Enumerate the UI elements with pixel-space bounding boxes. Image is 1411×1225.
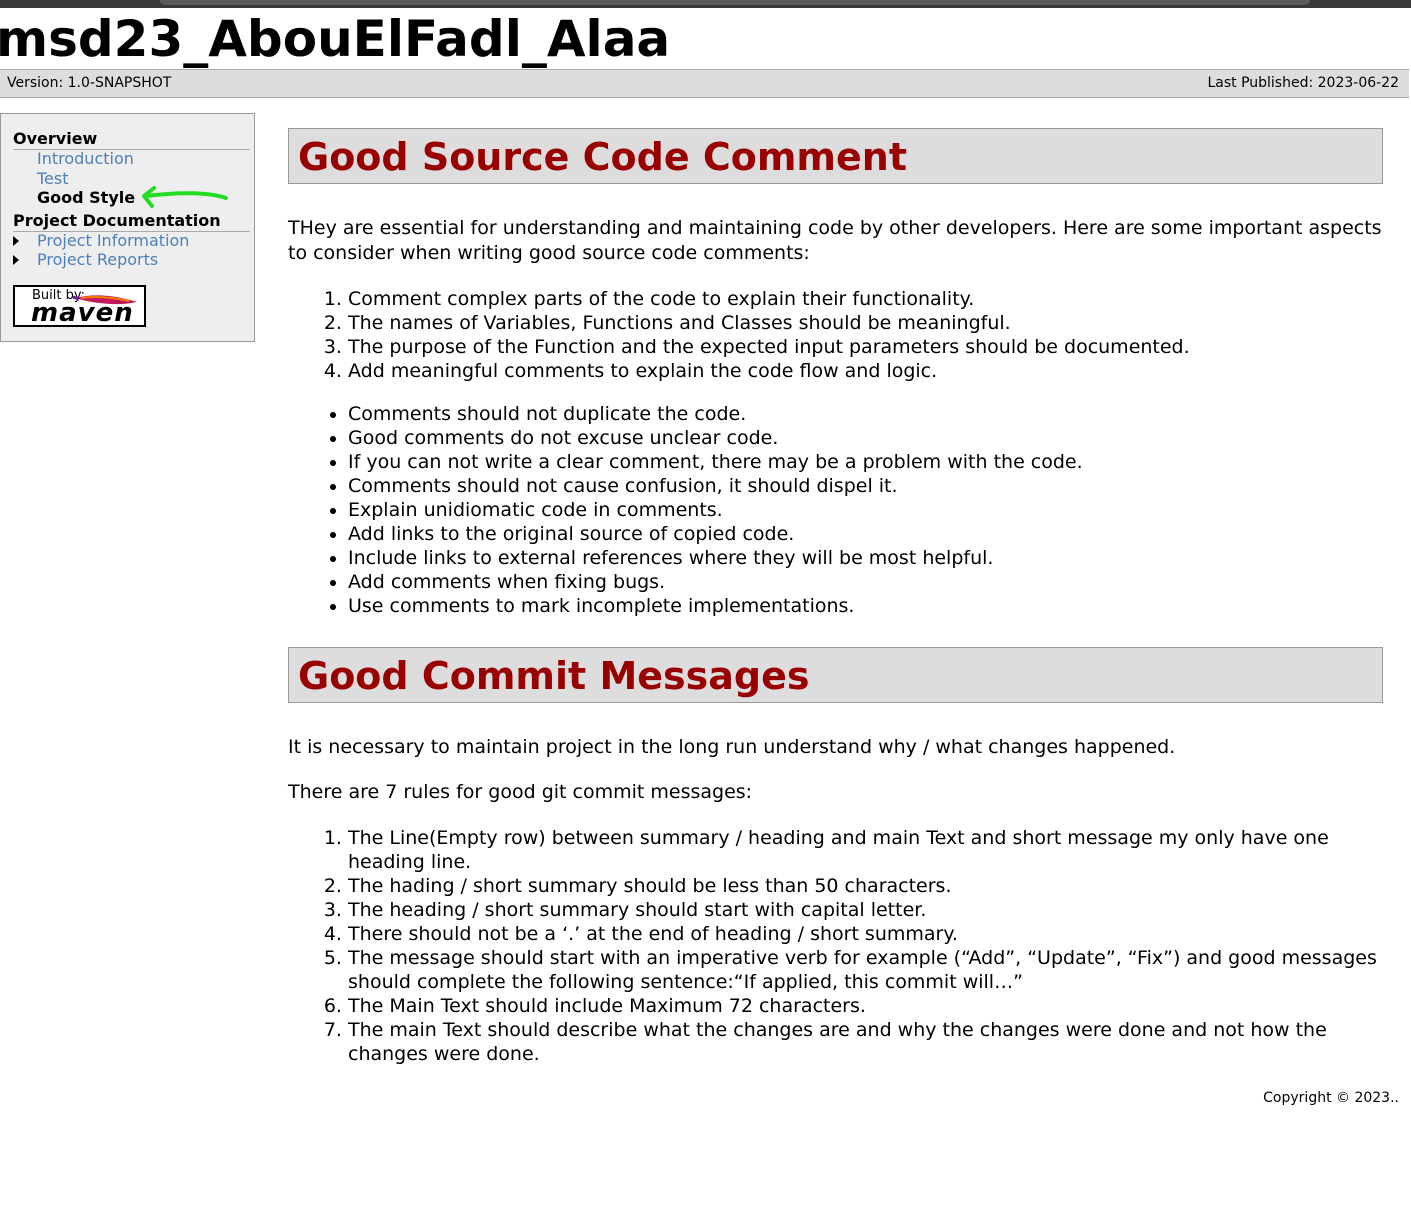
expand-arrow-icon[interactable] [13,255,19,265]
list-item: The heading / short summary should start… [348,898,1383,922]
sidebar-item-test[interactable]: Test [37,169,69,189]
maven-logo: maven [31,298,134,328]
list-item: Add comments when fixing bugs. [348,570,1383,594]
list-item: The hading / short summary should be les… [348,874,1383,898]
list-item: The purpose of the Function and the expe… [348,335,1383,359]
section2-intro: It is necessary to maintain project in t… [288,736,1176,758]
list-item: Comment complex parts of the code to exp… [348,287,1383,311]
list-item: The message should start with an imperat… [348,946,1383,994]
site-banner-title: msd23_AbouElFadl_Alaa [0,10,671,68]
sidebar: Overview Introduction Test Good Style Pr… [0,113,255,342]
section1-bullet-list: Comments should not duplicate the code. … [288,402,1383,618]
commit-rules-list: The Line(Empty row) between summary / he… [288,826,1383,1066]
list-item: The Line(Empty row) between summary / he… [348,826,1383,874]
list-item: There should not be a ‘.’ at the end of … [348,922,1383,946]
section-title-good-commit-messages: Good Commit Messages [288,647,1383,703]
list-item: Use comments to mark incomplete implemen… [348,594,1383,618]
list-item: Add links to the original source of copi… [348,522,1383,546]
list-item: Comments should not cause confusion, it … [348,474,1383,498]
hand-drawn-arrow-icon [142,186,228,208]
sidebar-item-good-style: Good Style [37,188,136,207]
version-label: Version: 1.0-SNAPSHOT [7,75,172,91]
section-title-good-source-code-comment: Good Source Code Comment [288,128,1383,184]
list-item: The main Text should describe what the c… [348,1018,1383,1066]
sidebar-item-project-reports[interactable]: Project Reports [37,250,158,270]
list-item: Good comments do not excuse unclear code… [348,426,1383,450]
list-item: Comments should not duplicate the code. [348,402,1383,426]
last-published-label: Last Published: 2023-06-22 [1207,75,1399,91]
expand-arrow-icon[interactable] [13,236,19,246]
browser-tab-strip [160,0,1310,5]
list-item: If you can not write a clear comment, th… [348,450,1383,474]
menu-heading-project-documentation: Project Documentation [13,211,250,232]
menu-heading-overview: Overview [13,129,250,150]
list-item: Add meaningful comments to explain the c… [348,359,1383,383]
section1-intro: THey are essential for understanding and… [288,217,1382,264]
list-item: Include links to external references whe… [348,546,1383,570]
list-item: The Main Text should include Maximum 72 … [348,994,1383,1018]
breadcrumb: Version: 1.0-SNAPSHOT Last Published: 20… [0,69,1409,98]
section2-rules-intro: There are 7 rules for good git commit me… [288,781,753,803]
section1-ordered-list: Comment complex parts of the code to exp… [288,287,1383,383]
built-by-maven-badge[interactable]: Built by: maven [13,285,146,328]
list-item: The names of Variables, Functions and Cl… [348,311,1383,335]
copyright-footer: Copyright © 2023.. [1263,1090,1399,1106]
list-item: Explain unidiomatic code in comments. [348,498,1383,522]
sidebar-item-introduction[interactable]: Introduction [37,149,134,169]
sidebar-item-project-information[interactable]: Project Information [37,231,189,251]
